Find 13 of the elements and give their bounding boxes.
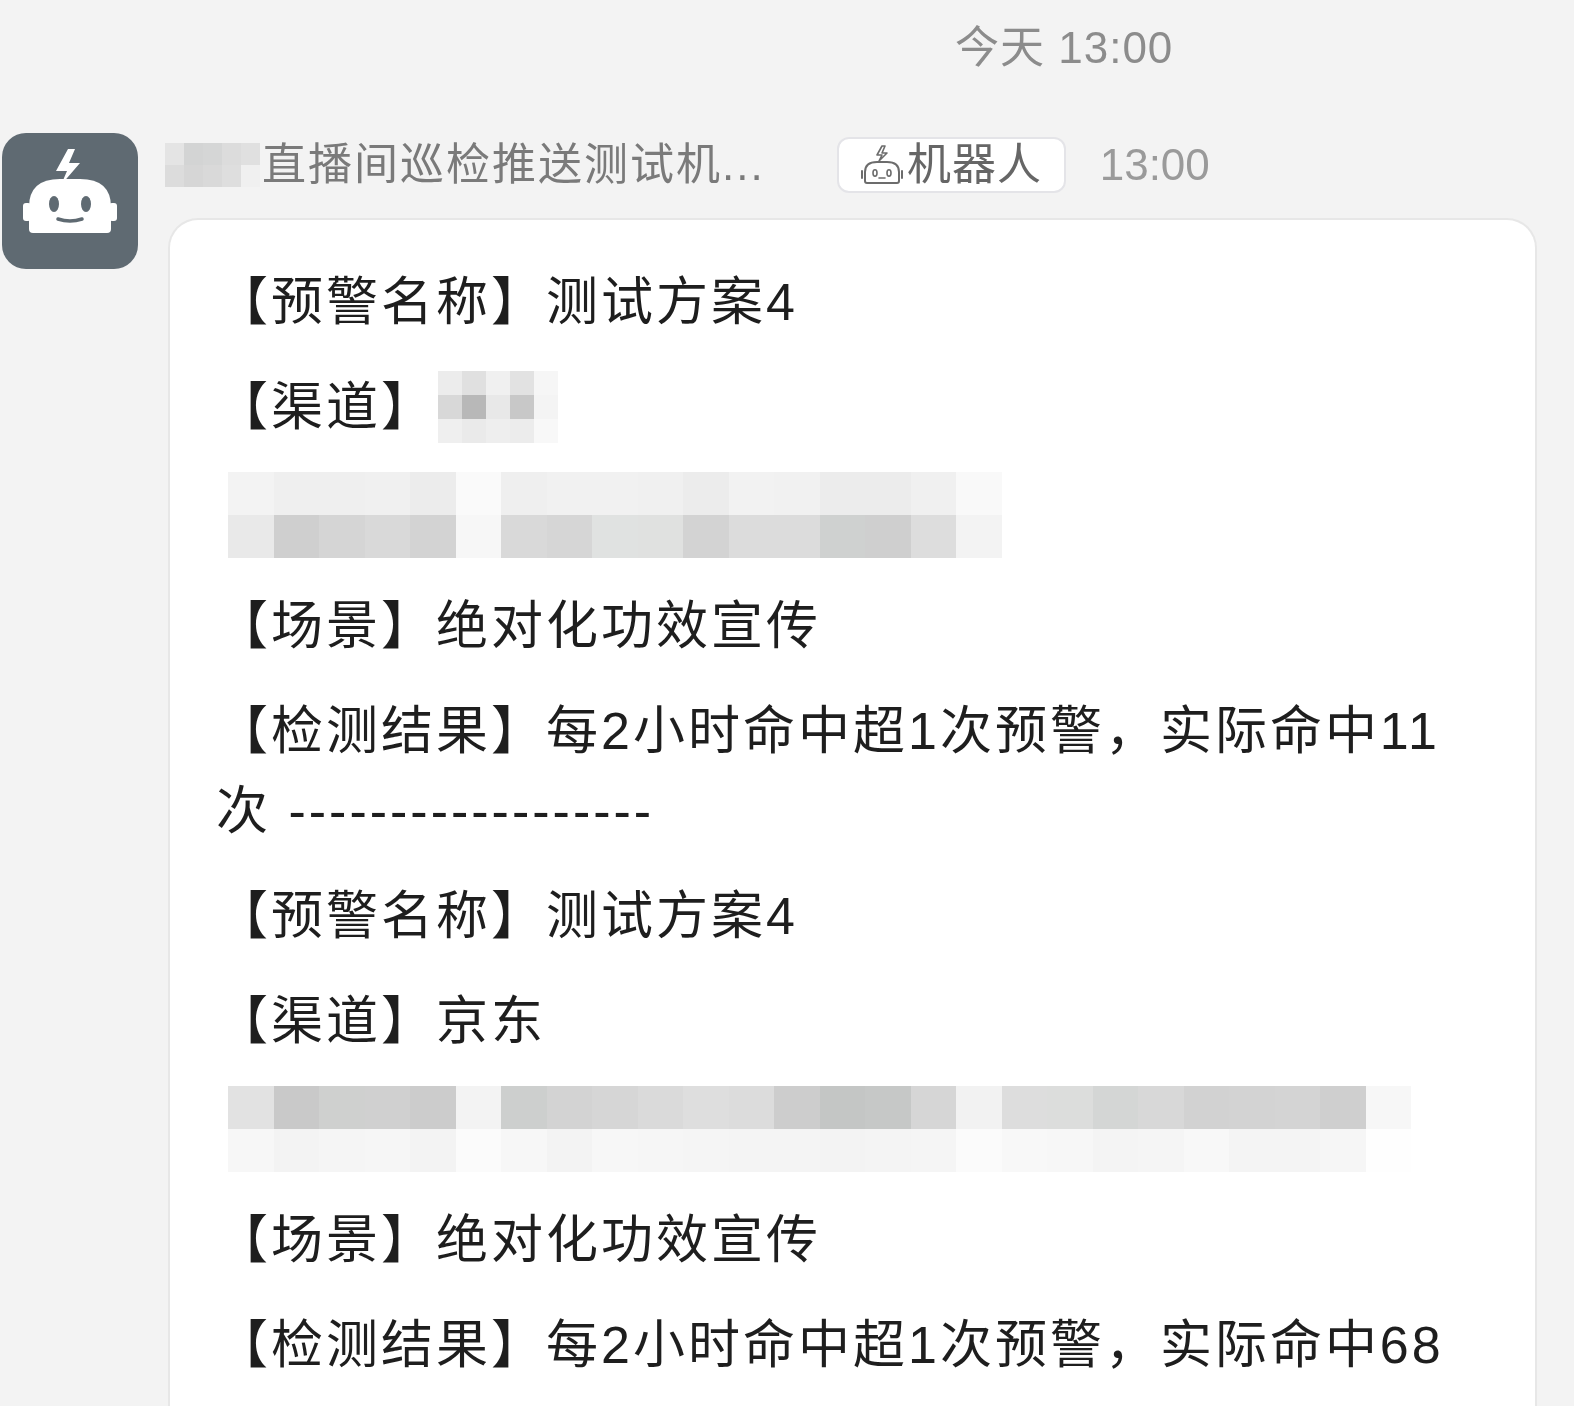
message-line: 【场景】绝对化功效宣传	[216, 1210, 822, 1271]
sender-name: 直播间巡检推送测试机...	[262, 143, 765, 187]
message-line: 【预警名称】测试方案4	[216, 886, 799, 947]
message-line: 【场景】绝对化功效宣传	[216, 596, 822, 657]
date-divider: 今天 13:00	[955, 26, 1174, 70]
message-line: 【渠道】	[216, 377, 436, 438]
message-line: 【渠道】京东	[216, 991, 547, 1052]
robot-icon	[858, 145, 905, 185]
message-time: 13:00	[1099, 143, 1210, 187]
message-line: 【检测结果】每2小时命中超1次预警，实际命中11次 ------------------	[216, 701, 1441, 842]
message-line: 【检测结果】每2小时命中超1次预警，实际命中68	[216, 1315, 1445, 1376]
tag-label: 机器人	[906, 143, 1042, 187]
message-line: 【预警名称】测试方案4	[216, 272, 799, 333]
